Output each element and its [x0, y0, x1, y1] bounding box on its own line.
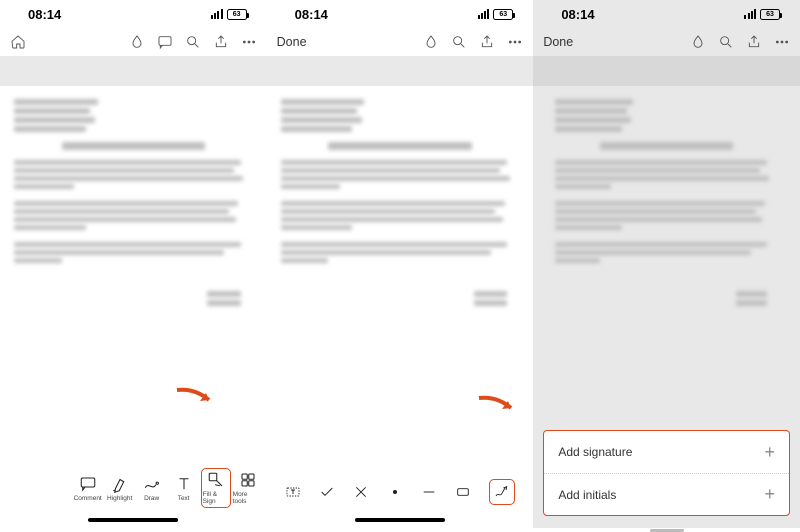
tool-highlight[interactable]: Highlight: [105, 475, 135, 502]
search-icon[interactable]: [718, 34, 734, 50]
search-icon[interactable]: [185, 34, 201, 50]
comment-icon[interactable]: [157, 34, 173, 50]
home-icon[interactable]: [10, 34, 26, 50]
status-bar: 08:14 63: [0, 0, 267, 28]
share-icon[interactable]: [479, 34, 495, 50]
home-indicator: [267, 512, 534, 528]
tool-draw[interactable]: Draw: [137, 475, 167, 502]
add-signature-label: Add signature: [558, 445, 632, 459]
gray-band: [267, 56, 534, 86]
signature-tool[interactable]: [489, 479, 515, 505]
rect-tool-icon[interactable]: [455, 484, 471, 500]
check-tool-icon[interactable]: [319, 484, 335, 500]
plus-icon: +: [764, 484, 775, 505]
phone-screen-1: 08:14 63: [0, 0, 267, 528]
search-icon[interactable]: [451, 34, 467, 50]
bottom-toolbar: Comment Highlight Draw Text Fill & Sign …: [0, 464, 267, 512]
done-button[interactable]: Done: [277, 35, 307, 49]
status-indicators: 63: [744, 9, 780, 20]
add-signature-row[interactable]: Add signature +: [544, 431, 789, 473]
battery-icon: 63: [760, 9, 780, 20]
bottom-area: [0, 404, 267, 464]
more-icon[interactable]: [507, 34, 523, 50]
annotation-arrow: [175, 386, 217, 404]
more-icon[interactable]: [241, 34, 257, 50]
status-bar: 08:14 63: [533, 0, 800, 28]
top-nav: [0, 28, 267, 56]
status-time: 08:14: [295, 7, 328, 22]
status-time: 08:14: [28, 7, 61, 22]
ink-icon[interactable]: [690, 34, 706, 50]
textbox-tool-icon[interactable]: [285, 484, 301, 500]
more-icon[interactable]: [774, 34, 790, 50]
status-bar: 08:14 63: [267, 0, 534, 28]
plus-icon: +: [764, 442, 775, 463]
home-indicator: [0, 512, 267, 528]
document-preview[interactable]: [267, 86, 534, 412]
battery-icon: 63: [227, 9, 247, 20]
tool-fill-sign[interactable]: Fill & Sign: [201, 468, 231, 508]
tool-text[interactable]: Text: [169, 475, 199, 502]
x-tool-icon[interactable]: [353, 484, 369, 500]
bottom-area: [267, 412, 534, 472]
signal-icon: [211, 9, 223, 19]
add-initials-row[interactable]: Add initials +: [544, 473, 789, 515]
line-tool-icon[interactable]: [421, 484, 437, 500]
status-indicators: 63: [211, 9, 247, 20]
signature-sheet: Add signature + Add initials +: [543, 430, 790, 516]
done-button[interactable]: Done: [543, 35, 573, 49]
status-time: 08:14: [561, 7, 594, 22]
top-nav: Done: [533, 28, 800, 56]
document-preview[interactable]: [0, 86, 267, 404]
phone-screen-3: 08:14 63 Done: [533, 0, 800, 528]
ink-icon[interactable]: [423, 34, 439, 50]
tool-more[interactable]: More tools: [233, 471, 263, 505]
gray-band: [0, 56, 267, 86]
tool-comment[interactable]: Comment: [73, 475, 103, 502]
gray-band: [533, 56, 800, 86]
annotation-arrow: [477, 394, 519, 412]
signal-icon: [744, 9, 756, 19]
share-icon[interactable]: [213, 34, 229, 50]
top-nav: Done: [267, 28, 534, 56]
share-icon[interactable]: [746, 34, 762, 50]
phone-screen-2: 08:14 63 Done: [267, 0, 534, 528]
add-initials-label: Add initials: [558, 488, 616, 502]
dot-tool-icon[interactable]: [387, 484, 403, 500]
signal-icon: [478, 9, 490, 19]
status-indicators: 63: [478, 9, 514, 20]
fill-sign-toolbar: [267, 472, 534, 512]
battery-icon: 63: [493, 9, 513, 20]
ink-icon[interactable]: [129, 34, 145, 50]
